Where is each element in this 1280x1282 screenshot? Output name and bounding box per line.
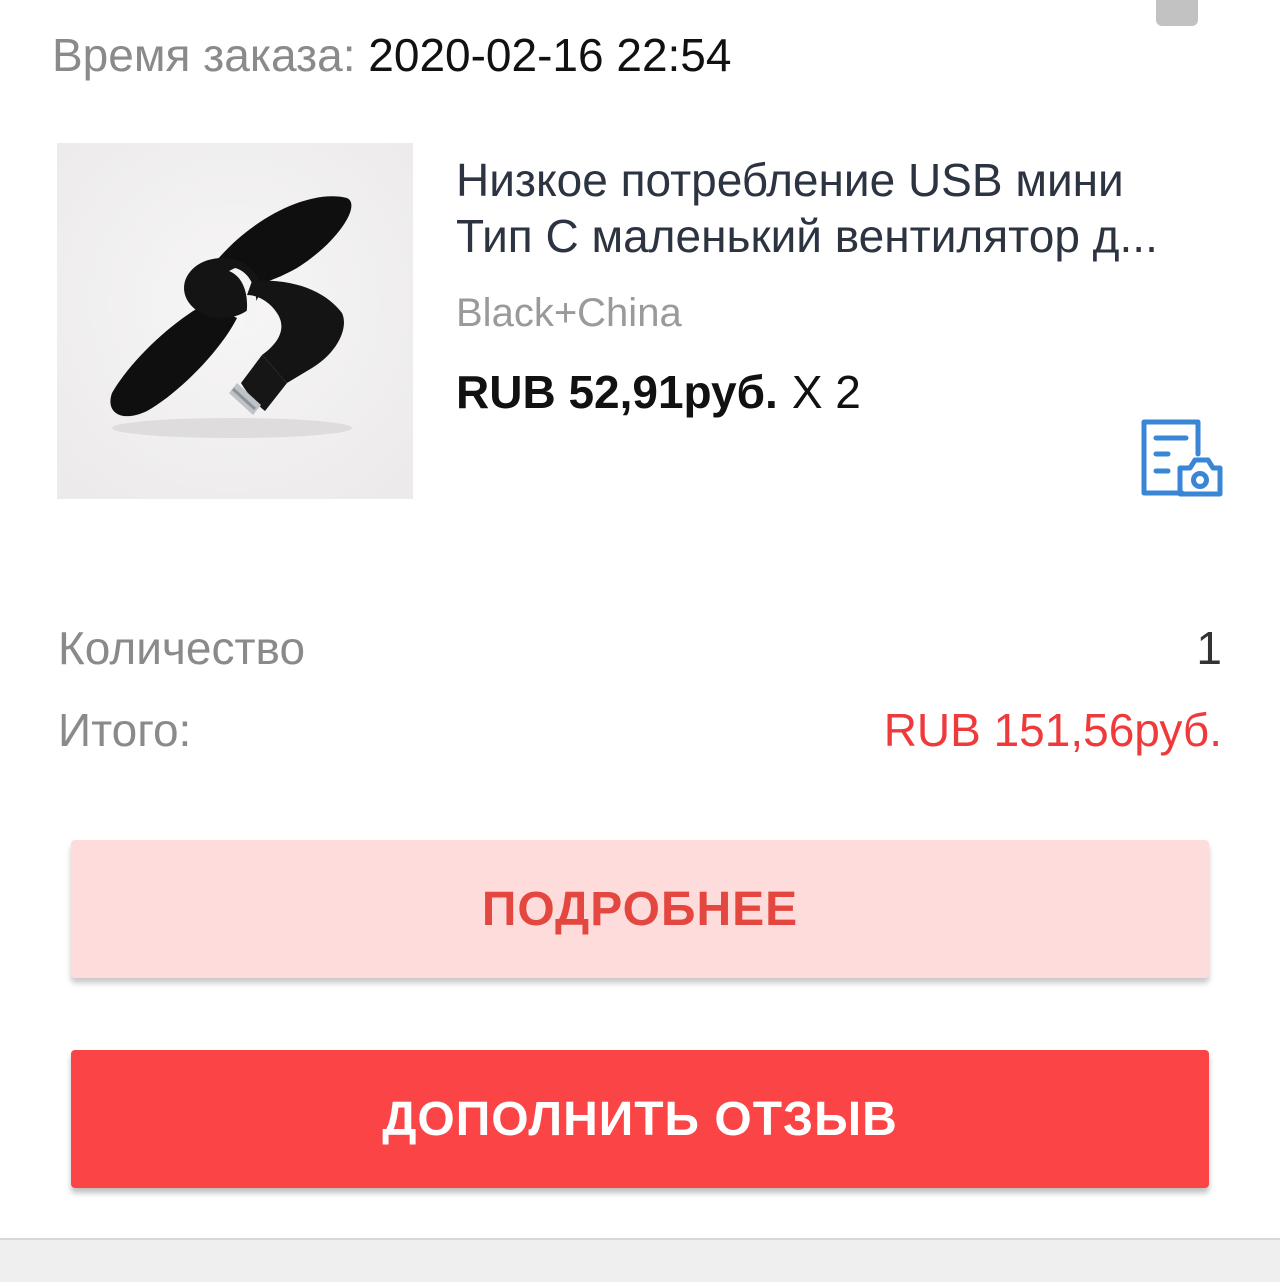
quantity-label: Количество [58,622,306,674]
bottom-divider [0,1238,1280,1282]
product-title-line-1: Низкое потребление USB мини [456,154,1124,206]
usb-fan-image [57,143,413,499]
details-button[interactable]: ПОДРОБНЕЕ [71,840,1209,978]
product-title[interactable]: Низкое потребление USB мини Тип С малень… [456,152,1236,264]
product-price-row: RUB 52,91руб. X 2 [456,364,861,420]
add-review-button[interactable]: ДОПОЛНИТЬ ОТЗЫВ [71,1050,1209,1188]
quantity-row: Количество 1 [58,620,1222,676]
total-value: RUB 151,56руб. [883,704,1222,756]
scroll-handle [1156,0,1198,26]
order-time-label: Время заказа: [52,29,356,81]
total-label: Итого: [58,704,192,756]
product-image[interactable] [57,143,413,499]
order-time: Время заказа: 2020-02-16 22:54 [52,28,731,82]
order-item-page: Время заказа: 2020-02-16 22:54 Низкое по… [0,0,1280,1282]
total-row: Итого: RUB 151,56руб. [58,702,1222,758]
product-variant: Black+China [456,291,682,335]
product-title-line-2: Тип С маленький вентилятор д... [456,210,1158,262]
order-time-value: 2020-02-16 22:54 [368,29,732,81]
product-price: RUB 52,91руб. [456,366,778,418]
review-photo-button[interactable] [1138,416,1224,500]
quantity-value: 1 [1196,622,1222,674]
document-camera-icon [1141,419,1223,497]
product-quantity-multiplier: X 2 [791,366,861,418]
